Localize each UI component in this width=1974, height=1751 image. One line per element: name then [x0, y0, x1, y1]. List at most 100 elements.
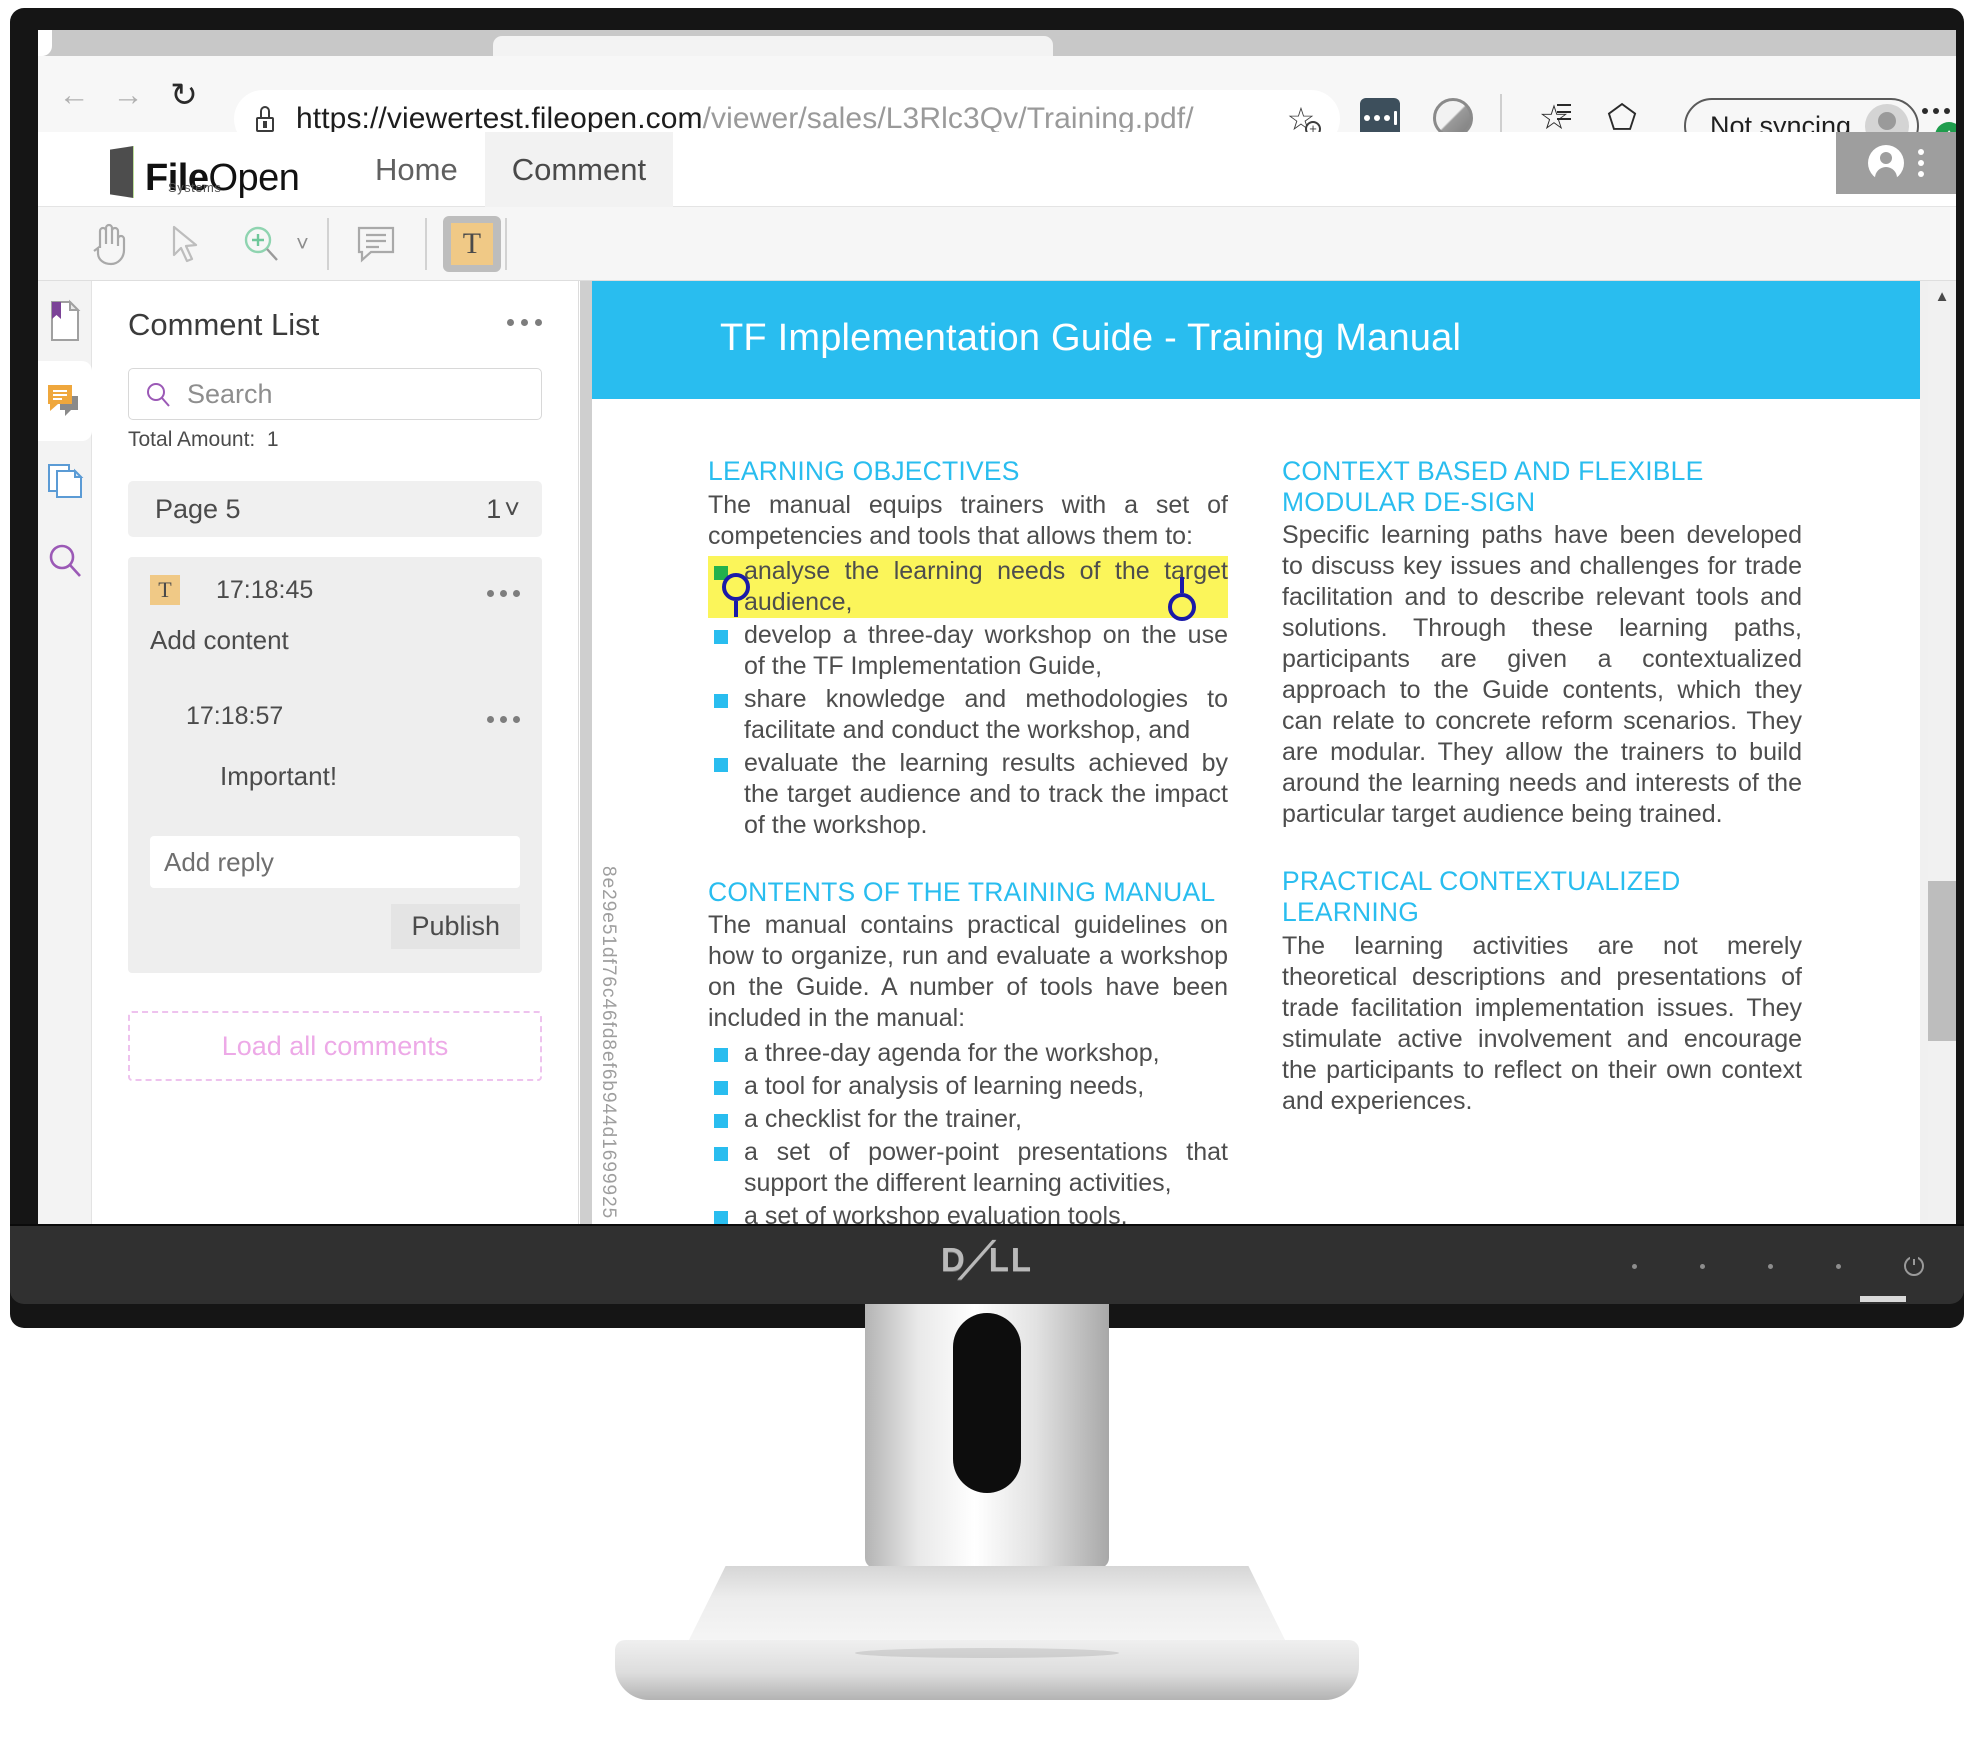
paragraph-practical-learning: The learning activities are not merely t… — [1282, 931, 1802, 1115]
reply-timestamp: 17:18:57 — [186, 702, 284, 730]
bookmark-page-icon — [51, 299, 81, 341]
page-group-right: 1 ˅ — [486, 494, 520, 525]
search-icon — [49, 544, 81, 577]
reload-icon[interactable]: ↻ — [166, 76, 202, 112]
chevron-down-icon[interactable]: ˅ — [296, 231, 309, 257]
sidebar-item-thumbnails[interactable] — [38, 441, 92, 521]
account-bar — [1836, 132, 1956, 194]
sidebar-item-search[interactable] — [38, 521, 92, 601]
monitor-button-3[interactable] — [1768, 1263, 1773, 1269]
add-reply-input[interactable]: Add reply — [150, 836, 520, 888]
more-vertical-icon[interactable] — [1918, 149, 1924, 177]
sidebar-item-bookmarks[interactable] — [38, 281, 92, 361]
arrow-right-icon[interactable]: → — [110, 76, 146, 112]
power-icon[interactable] — [1904, 1253, 1924, 1276]
comment-header-row: T 17:18:45 — [150, 575, 520, 605]
sidebar-item-comments[interactable] — [38, 361, 92, 441]
toolbar-divider-3 — [504, 217, 507, 270]
comment-note-icon[interactable] — [345, 216, 407, 272]
paragraph-learning-objectives-intro: The manual equips trainers with a set of… — [708, 490, 1228, 550]
app-tabs: Home Comment — [348, 132, 674, 207]
list-item: a set of power-point presentations that … — [708, 1137, 1228, 1199]
browser-tabbar — [38, 30, 1956, 62]
document-left-column: LEARNING OBJECTIVES The manual equips tr… — [708, 456, 1228, 1236]
comment-overflow-icon[interactable] — [487, 584, 520, 597]
selection-end-handle[interactable] — [1168, 577, 1196, 621]
heading-practical-learning: PRACTICAL CONTEXTUALIZED LEARNING — [1282, 866, 1681, 928]
url-domain: https://viewertest.fileopen.com — [296, 102, 703, 135]
monitor-chin: D╱LL — [10, 1224, 1964, 1304]
monitor-button-2[interactable] — [1700, 1263, 1705, 1269]
scrollbar-thumb[interactable] — [1928, 881, 1956, 1041]
zoom-in-icon[interactable] — [230, 216, 292, 272]
comment-timestamp: 17:18:45 — [216, 575, 314, 604]
account-person-icon[interactable] — [1868, 145, 1904, 181]
list-item: analyse the learning needs of the target… — [708, 555, 1228, 618]
publish-row: Publish — [150, 904, 520, 949]
arrow-left-icon[interactable]: ← — [56, 76, 92, 112]
page-group-label: Page 5 — [155, 493, 241, 524]
page-gutter — [580, 281, 592, 1238]
list-item: a tool for analysis of learning needs, — [708, 1071, 1228, 1102]
logo-subtitle: Systems — [168, 180, 222, 195]
page-group-count: 1 — [486, 493, 502, 524]
page-group-header[interactable]: Page 5 1 ˅ — [128, 481, 542, 537]
comment-reply: 17:18:57 Important! — [186, 702, 520, 792]
comment-body: Add content — [150, 625, 289, 655]
publish-button[interactable]: Publish — [391, 904, 520, 949]
monitor-button-1[interactable] — [1632, 1263, 1637, 1269]
monitor-stand-cable-hole — [953, 1313, 1021, 1493]
total-amount-label: Total Amount: — [128, 428, 256, 451]
search-placeholder: Search — [187, 378, 273, 409]
comment-panel-overflow-icon[interactable] — [507, 307, 542, 326]
reply-header-row: 17:18:57 — [186, 702, 520, 731]
url-path: /viewer/sales/L3Rlc3Qv/Training.pdf/ — [702, 102, 1194, 135]
fileopen-viewer-app: FileOpen Systems Home Comment ˅ T Commen… — [38, 132, 1956, 1238]
collections-lines-icon — [1557, 104, 1571, 125]
logo-open: Open — [208, 157, 300, 199]
browser-toolbar: ← → ↻ https://viewertest.fileopen.com/vi… — [38, 56, 1956, 154]
reply-overflow-icon[interactable] — [487, 710, 520, 723]
list-item: share knowledge and methodologies to fac… — [708, 684, 1228, 746]
text-T-icon: T — [150, 575, 180, 605]
app-header: FileOpen Systems Home Comment — [38, 132, 1956, 207]
power-led — [1860, 1296, 1906, 1302]
load-all-comments-button[interactable]: Load all comments — [128, 1011, 542, 1081]
hand-icon[interactable] — [78, 216, 140, 272]
comment-card[interactable]: T 17:18:45 Add content 17:18:57 Importan… — [128, 557, 542, 973]
monitor-buttons — [1632, 1253, 1924, 1276]
text-T-icon: T — [450, 222, 493, 265]
heading-learning-objectives: LEARNING OBJECTIVES — [708, 456, 1020, 486]
watermark-text: 8e29e51df76c46fd8ef6b944d1699925 / JE6 — [598, 866, 619, 1238]
toolbar-divider-2 — [424, 217, 427, 270]
more-horizontal-icon[interactable] — [1922, 108, 1950, 114]
fileopen-book-icon — [110, 146, 134, 198]
heading-context-based-design: CONTEXT BASED AND FLEXIBLE MODULAR DE-SI… — [1282, 456, 1704, 517]
monitor-button-4[interactable] — [1836, 1263, 1841, 1269]
page-title: Comment List — [128, 307, 320, 342]
reply-body: Important! — [220, 761, 338, 791]
screen-area: ← → ↻ https://viewertest.fileopen.com/vi… — [38, 30, 1956, 1238]
paragraph-context-based-design: Specific learning paths have been develo… — [1282, 521, 1802, 829]
comment-bubble-icon — [48, 385, 78, 416]
vertical-scrollbar[interactable]: ▲ — [1928, 281, 1956, 1238]
text-tool[interactable]: T — [442, 215, 501, 272]
cursor-arrow-icon[interactable] — [154, 216, 216, 272]
url-text: https://viewertest.fileopen.com/viewer/s… — [296, 102, 1194, 136]
tabbar-left-edge — [38, 30, 52, 56]
document-title: TF Implementation Guide - Training Manua… — [720, 317, 1462, 359]
chevron-up-icon[interactable]: ▲ — [1928, 281, 1956, 311]
list-item: a three-day agenda for the workshop, — [708, 1038, 1228, 1069]
list-item: a checklist for the trainer, — [708, 1104, 1228, 1135]
selection-start-handle[interactable] — [722, 573, 750, 617]
tab-comment[interactable]: Comment — [484, 132, 674, 207]
app-toolbar: ˅ T — [38, 207, 1956, 281]
document-right-column: CONTEXT BASED AND FLEXIBLE MODULAR DE-SI… — [1282, 456, 1802, 1121]
chevron-down-icon[interactable]: ˅ — [504, 494, 520, 525]
list-item: evaluate the learning results achieved b… — [708, 748, 1228, 841]
tab-home[interactable]: Home — [348, 132, 485, 207]
search-icon — [147, 383, 170, 407]
left-rail — [38, 281, 92, 1238]
monitor-body: ← → ↻ https://viewertest.fileopen.com/vi… — [10, 8, 1964, 1328]
search-input[interactable]: Search — [128, 368, 542, 420]
